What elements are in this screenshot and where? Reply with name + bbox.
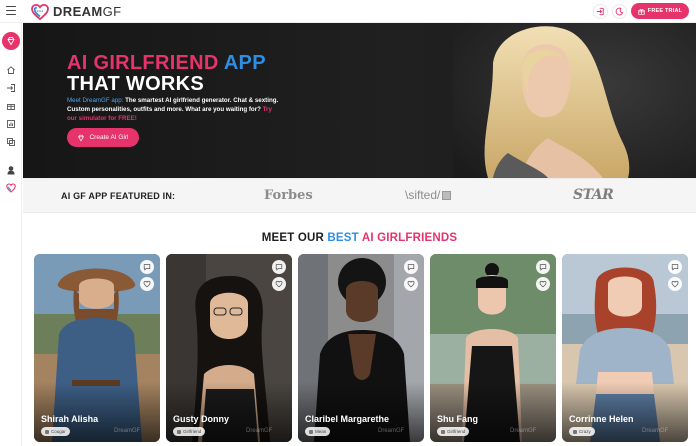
- tag-icon: [45, 429, 49, 434]
- sidebar-item-avatar[interactable]: [6, 165, 16, 175]
- featured-in-bar: AI GF APP FEATURED IN: Forbes \sifted/ S…: [23, 178, 696, 213]
- sidebar-item-dreamgf[interactable]: [2, 32, 20, 50]
- girlfriend-card[interactable]: Gusty Donny Girlfriend DreamGF: [166, 254, 292, 442]
- card-name: Shu Fang: [437, 414, 478, 424]
- gift-icon: [7, 104, 15, 110]
- featured-label: AI GF APP FEATURED IN:: [61, 191, 176, 201]
- card-tag: Girlfriend: [173, 427, 206, 436]
- sidebar-item-heart[interactable]: [6, 183, 16, 193]
- chat-icon[interactable]: [272, 260, 286, 274]
- card-watermark: DreamGF: [114, 428, 141, 434]
- sidebar-item-home[interactable]: [6, 65, 16, 75]
- card-name: Shirah Alisha: [41, 414, 99, 424]
- heart-icon[interactable]: [668, 277, 682, 291]
- logo[interactable]: DREAMGF: [31, 3, 122, 20]
- sidebar-item-exchange[interactable]: [6, 137, 16, 147]
- girlfriend-card[interactable]: Claribel Margarethe Mean DreamGF: [298, 254, 424, 442]
- card-name: Gusty Donny: [173, 414, 230, 424]
- card-tag: Crazy: [569, 427, 595, 436]
- tag-icon: [177, 429, 181, 434]
- card-name: Claribel Margarethe: [305, 414, 390, 424]
- tag-icon: [573, 429, 577, 434]
- card-watermark: DreamGF: [510, 428, 537, 434]
- card-tag: Mean: [305, 427, 331, 436]
- create-ai-girl-label: Create AI Girl: [89, 134, 129, 141]
- card-watermark: DreamGF: [642, 428, 669, 434]
- avatar-icon: [7, 166, 15, 175]
- logo-text: DREAMGF: [53, 4, 122, 19]
- star-logo[interactable]: STAR: [573, 187, 614, 203]
- menu-icon[interactable]: [6, 6, 16, 15]
- chat-icon[interactable]: [668, 260, 682, 274]
- heart-logo-icon: [6, 183, 16, 193]
- section-title: MEET OUR BEST AI GIRLFRIENDS: [261, 232, 458, 244]
- card-watermark: DreamGF: [246, 428, 273, 434]
- dreamgf-diamond-icon: [7, 37, 15, 46]
- heart-icon[interactable]: [140, 277, 154, 291]
- card-name: Corrinne Helen: [569, 414, 634, 424]
- sidebar-item-chart[interactable]: [6, 119, 16, 129]
- moon-icon[interactable]: [612, 4, 627, 19]
- sidebar: [0, 23, 22, 446]
- forbes-logo[interactable]: Forbes: [264, 188, 313, 203]
- free-trial-label: FREE TRIAL: [647, 8, 683, 14]
- exchange-icon: [7, 138, 15, 146]
- heart-icon[interactable]: [272, 277, 286, 291]
- chat-icon[interactable]: [536, 260, 550, 274]
- chat-icon[interactable]: [140, 260, 154, 274]
- heart-icon[interactable]: [536, 277, 550, 291]
- card-tag: Girlfriend: [437, 427, 470, 436]
- hero-banner: AI GIRLFRIEND APP THAT WORKS Meet DreamG…: [23, 23, 696, 178]
- card-tag: Cougar: [41, 427, 70, 436]
- hero-description: Meet DreamGF app: The smartest AI girlfr…: [67, 97, 279, 122]
- girlfriend-card[interactable]: Shu Fang Girlfriend DreamGF: [430, 254, 556, 442]
- sidebar-item-login[interactable]: [6, 83, 16, 93]
- gift-icon: [638, 8, 645, 15]
- sidebar-item-gift[interactable]: [6, 101, 16, 111]
- girlfriend-card[interactable]: Shirah Alisha Cougar DreamGF: [34, 254, 160, 442]
- chart-icon: [7, 120, 15, 128]
- free-trial-button[interactable]: FREE TRIAL: [631, 3, 689, 19]
- tag-icon: [309, 429, 313, 434]
- login-icon[interactable]: [593, 4, 608, 19]
- card-watermark: DreamGF: [378, 428, 405, 434]
- sifted-badge-icon: [442, 190, 452, 200]
- create-ai-girl-button[interactable]: Create AI Girl: [67, 128, 139, 147]
- hero-title: AI GIRLFRIEND APP THAT WORKS: [67, 52, 266, 95]
- chat-icon[interactable]: [404, 260, 418, 274]
- hero-portrait-image: [453, 23, 696, 178]
- top-bar: DREAMGF FREE TRIAL: [0, 0, 696, 23]
- tag-icon: [441, 429, 445, 434]
- sifted-logo[interactable]: \sifted/: [405, 188, 452, 202]
- diamond-icon: [78, 134, 85, 141]
- girlfriend-card[interactable]: Corrinne Helen Crazy DreamGF: [562, 254, 688, 442]
- home-icon: [7, 66, 15, 74]
- heart-logo-icon: [31, 3, 49, 20]
- login-icon: [7, 84, 15, 92]
- heart-icon[interactable]: [404, 277, 418, 291]
